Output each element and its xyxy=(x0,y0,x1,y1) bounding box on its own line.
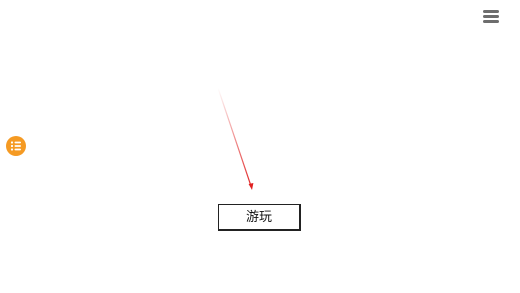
pointer-arrow xyxy=(217,87,254,190)
game-screen: 游玩 xyxy=(0,0,520,293)
list-glyph xyxy=(10,141,21,151)
menu-bar-bottom xyxy=(483,20,499,23)
pointer-arrowhead xyxy=(248,183,254,190)
menu-bar-top xyxy=(483,10,499,13)
pointer-line xyxy=(217,87,252,187)
menu-bar-middle xyxy=(483,15,499,18)
hamburger-menu-icon[interactable] xyxy=(483,8,501,24)
play-button[interactable]: 游玩 xyxy=(218,204,301,231)
list-icon[interactable] xyxy=(6,136,26,156)
